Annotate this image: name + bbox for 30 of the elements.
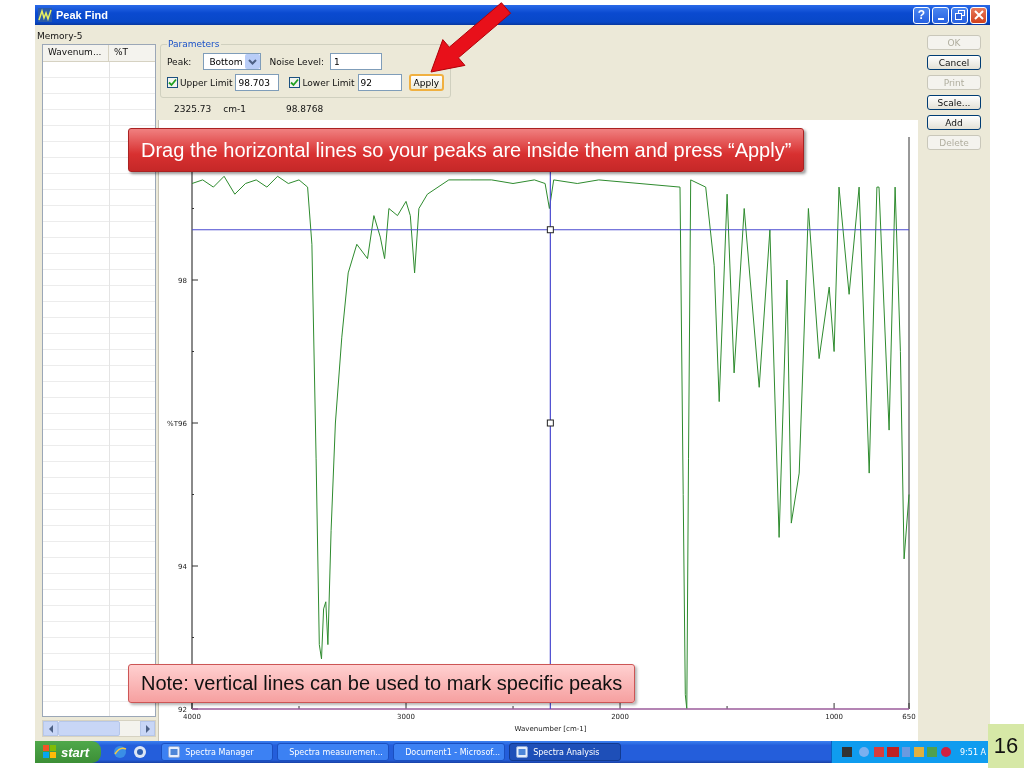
limit-field[interactable]: 98.703 [235, 74, 280, 91]
dialog-button[interactable]: Add [927, 115, 981, 130]
clock: 9:51 A [960, 747, 986, 757]
noise-level-field[interactable]: 1 [330, 53, 383, 70]
column-header[interactable]: %T [109, 45, 155, 61]
limit-label: Upper Limit [180, 77, 233, 88]
peak-label: Peak: [167, 56, 192, 67]
memory-label: Memory-5 [36, 31, 84, 41]
apply-button[interactable]: Apply [408, 74, 444, 91]
unit-label: cm-1 [223, 104, 246, 114]
peak-select[interactable]: Bottom [203, 53, 262, 70]
limit-label: Lower Limit [302, 77, 355, 88]
instruction-tooltip: Drag the horizontal lines so your peaks are inside them and press “Apply” [128, 128, 805, 172]
help-button[interactable]: ? [913, 6, 930, 24]
limit-field[interactable]: 92 [357, 74, 402, 91]
wavenumber-reading: 2325.73 [174, 104, 212, 114]
noise-level-label: Noise Level: [269, 56, 325, 67]
taskbar-button[interactable]: Document1 - Microsof... [393, 743, 506, 761]
taskbar-button[interactable]: Spectra Manager [161, 743, 274, 761]
slide-number: 16 [988, 724, 1024, 768]
taskbar-button[interactable]: Spectra measuremen... [277, 743, 390, 761]
group-legend: Parameters [167, 39, 221, 49]
dialog-button[interactable]: Cancel [927, 55, 981, 70]
note-tooltip: Note: vertical lines can be used to mark specific peaks [128, 664, 636, 703]
column-header[interactable]: Wavenum... [43, 45, 109, 61]
transmittance-reading: 98.8768 [285, 104, 324, 114]
taskbar-button[interactable]: Spectra Analysis [509, 743, 622, 761]
dialog-button[interactable]: Scale... [927, 95, 981, 110]
start-button[interactable]: start [35, 741, 102, 763]
window-title: Peak Find [56, 9, 108, 21]
